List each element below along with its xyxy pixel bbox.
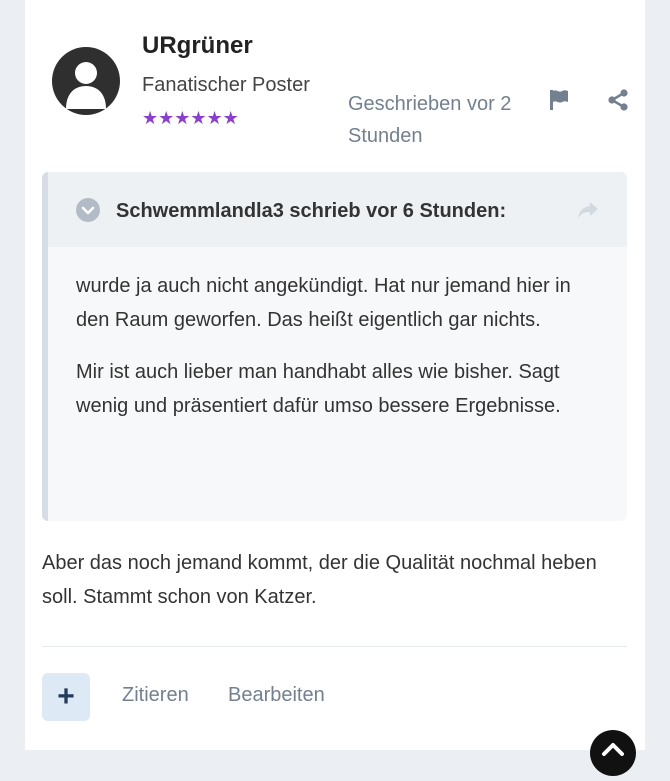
- flag-icon[interactable]: [547, 88, 571, 112]
- quote-citation[interactable]: Schwemmlandla3 schrieb vor 6 Stunden:: [116, 200, 506, 223]
- avatar-silhouette-icon: [66, 62, 106, 109]
- plus-label: +: [57, 680, 75, 713]
- quote-header: Schwemmlandla3 schrieb vor 6 Stunden:: [48, 172, 627, 247]
- divider: [42, 646, 627, 647]
- forum-post: URgrüner Fanatischer Poster ★★★★★★ Gesch…: [25, 0, 645, 750]
- rank-stars: ★★★★★★: [142, 108, 239, 128]
- quote-button[interactable]: Zitieren: [122, 684, 189, 707]
- share-icon[interactable]: [606, 88, 630, 112]
- quote-body: wurde ja auch nicht angekündigt. Hat nur…: [48, 247, 627, 423]
- chevron-up-icon: [602, 743, 624, 756]
- author-name[interactable]: URgrüner: [142, 32, 253, 60]
- quote-block: Schwemmlandla3 schrieb vor 6 Stunden: wu…: [42, 172, 627, 521]
- user-avatar[interactable]: [52, 47, 120, 115]
- react-button[interactable]: +: [42, 673, 90, 721]
- share-arrow-icon[interactable]: [576, 199, 600, 221]
- edit-button[interactable]: Bearbeiten: [228, 684, 325, 707]
- quote-paragraph: wurde ja auch nicht angekündigt. Hat nur…: [76, 275, 571, 331]
- post-body: Aber das noch jemand kommt, der die Qual…: [42, 552, 597, 608]
- quote-paragraph: Mir ist auch lieber man handhabt alles w…: [76, 361, 561, 417]
- scroll-top-button[interactable]: [590, 730, 636, 776]
- author-title: Fanatischer Poster: [142, 74, 310, 96]
- post-timestamp[interactable]: Geschrieben vor 2 Stunden: [348, 88, 538, 152]
- chevron-down-icon[interactable]: [76, 198, 100, 222]
